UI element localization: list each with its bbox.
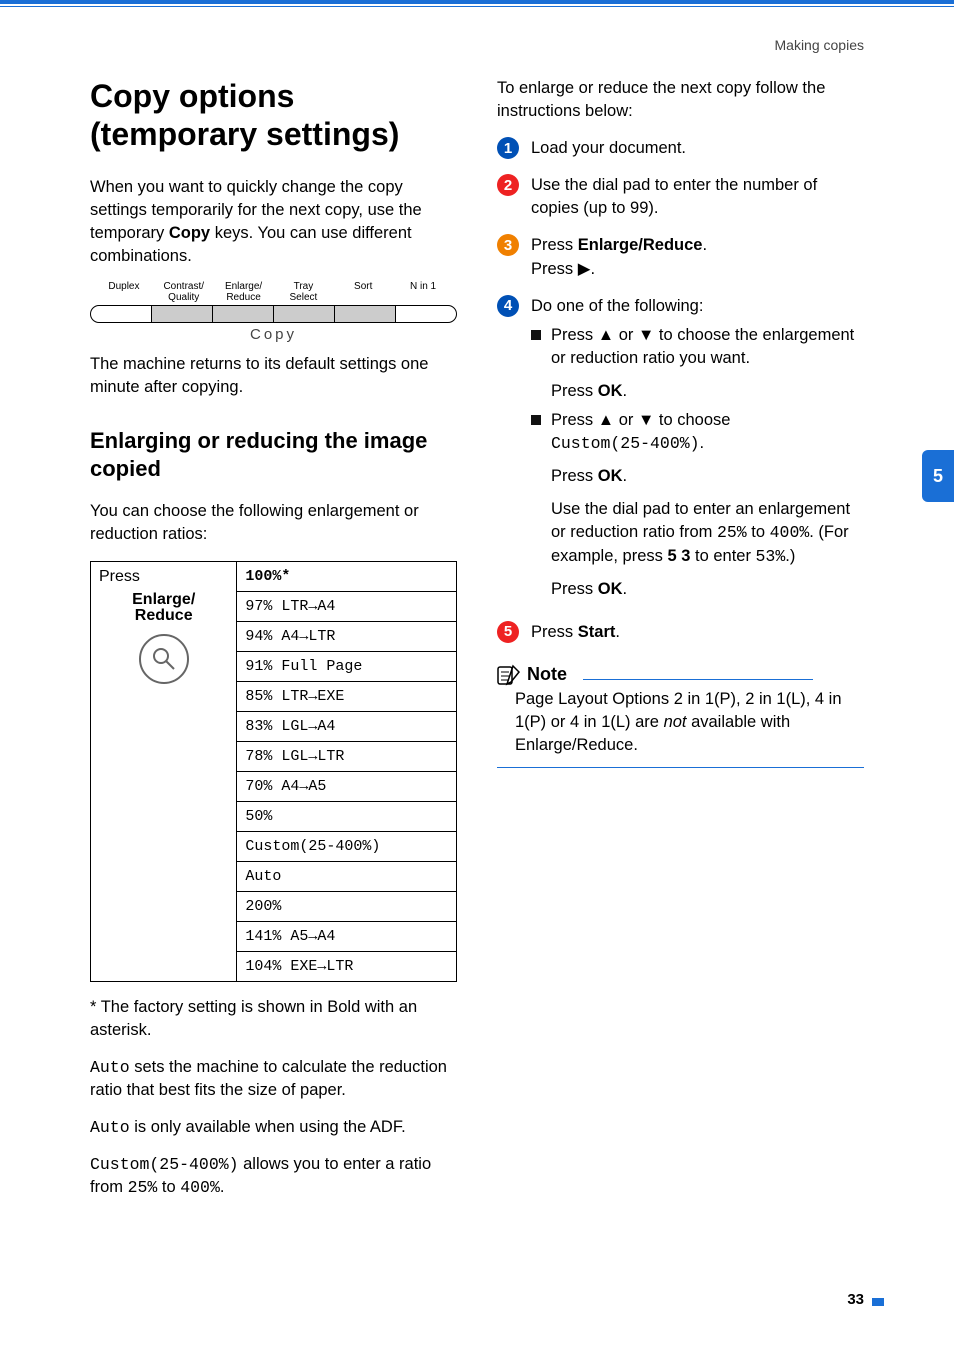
up-arrow-icon: ▲ <box>598 411 614 429</box>
page-number: 33 <box>847 1291 864 1308</box>
step-badge-1: 1 <box>497 137 519 159</box>
down-arrow-icon: ▼ <box>638 411 654 429</box>
right-column: To enlarge or reduce the next copy follo… <box>497 77 864 1213</box>
key-label-sort: Sort <box>333 282 393 303</box>
ratio-value: 97% LTR→A4 <box>237 591 457 621</box>
step-badge-3: 3 <box>497 234 519 256</box>
ratio-value: 78% LGL→LTR <box>237 741 457 771</box>
bullet-icon <box>531 330 541 340</box>
note-heading: Note <box>497 664 567 686</box>
step-4a: Press ▲ or ▼ to choose the enlargement o… <box>531 324 864 403</box>
key-label-nin1: N in 1 <box>393 282 453 303</box>
right-intro: To enlarge or reduce the next copy follo… <box>497 77 864 123</box>
press-label: Press <box>99 568 228 586</box>
ratio-value: Auto <box>237 861 457 891</box>
returns-paragraph: The machine returns to its default setti… <box>90 353 457 399</box>
ratio-value: 200% <box>237 891 457 921</box>
press-cell: Press Enlarge/Reduce <box>91 561 237 981</box>
key-label-enlarge: Enlarge/Reduce <box>214 282 274 303</box>
custom-desc: Custom(25-400%) allows you to enter a ra… <box>90 1153 457 1199</box>
top-rule-thick <box>0 0 954 4</box>
right-arrow-icon: ▶ <box>578 260 591 278</box>
step-1: 1 Load your document. <box>497 137 864 160</box>
ratio-value: 91% Full Page <box>237 651 457 681</box>
step-4b: Press ▲ or ▼ to choose Custom(25-400%). … <box>531 409 864 601</box>
step-badge-4: 4 <box>497 295 519 317</box>
chapter-tab: 5 <box>922 450 954 502</box>
ratio-value: 85% LTR→EXE <box>237 681 457 711</box>
breadcrumb: Making copies <box>0 7 954 53</box>
page-number-tick <box>872 1298 884 1306</box>
intro-paragraph: When you want to quickly change the copy… <box>90 176 457 268</box>
key-label-contrast: Contrast/Quality <box>154 282 214 303</box>
key-row <box>90 305 457 323</box>
pencil-note-icon <box>497 664 521 686</box>
ratios-table: Press Enlarge/Reduce 100%* 97% LTR→A4 94… <box>90 561 457 982</box>
ratio-value: 94% A4→LTR <box>237 621 457 651</box>
step-badge-5: 5 <box>497 621 519 643</box>
ratio-value: 70% A4→A5 <box>237 771 457 801</box>
ratio-value: 50% <box>237 801 457 831</box>
ratio-value: Custom(25-400%) <box>237 831 457 861</box>
enlarge-key-name: Enlarge/Reduce <box>99 592 228 684</box>
step-4: 4 Do one of the following: Press ▲ or ▼ … <box>497 295 864 607</box>
note-rule-top <box>583 679 813 680</box>
key-label-duplex: Duplex <box>94 282 154 303</box>
copy-label: Copy <box>90 326 457 343</box>
up-arrow-icon: ▲ <box>598 326 614 344</box>
ratio-value: 100%* <box>237 561 457 591</box>
ratio-value: 104% EXE→LTR <box>237 951 457 981</box>
page-title: Copy options (temporary settings) <box>90 77 457 154</box>
left-column: Copy options (temporary settings) When y… <box>90 77 457 1213</box>
step-3: 3 Press Enlarge/Reduce. Press ▶. <box>497 234 864 280</box>
bullet-icon <box>531 415 541 425</box>
choose-paragraph: You can choose the following enlargement… <box>90 500 457 546</box>
note-body: Page Layout Options 2 in 1(P), 2 in 1(L)… <box>497 688 864 757</box>
auto-desc-2: Auto is only available when using the AD… <box>90 1116 457 1139</box>
auto-desc-1: Auto sets the machine to calculate the r… <box>90 1056 457 1102</box>
step-5: 5 Press Start. <box>497 621 864 644</box>
step-2: 2 Use the dial pad to enter the number o… <box>497 174 864 220</box>
magnifier-icon <box>139 634 189 684</box>
ratio-value: 83% LGL→A4 <box>237 711 457 741</box>
copy-keys-illustration: Duplex Contrast/Quality Enlarge/Reduce T… <box>90 282 457 343</box>
ratio-value: 141% A5→A4 <box>237 921 457 951</box>
down-arrow-icon: ▼ <box>638 326 654 344</box>
page: Making copies 5 Copy options (temporary … <box>0 0 954 1348</box>
note-rule-bottom <box>497 767 864 768</box>
step-badge-2: 2 <box>497 174 519 196</box>
section-heading-enlarge: Enlarging or reducing the image copied <box>90 427 457 482</box>
key-label-tray: TraySelect <box>273 282 333 303</box>
footnote: * The factory setting is shown in Bold w… <box>90 996 457 1042</box>
